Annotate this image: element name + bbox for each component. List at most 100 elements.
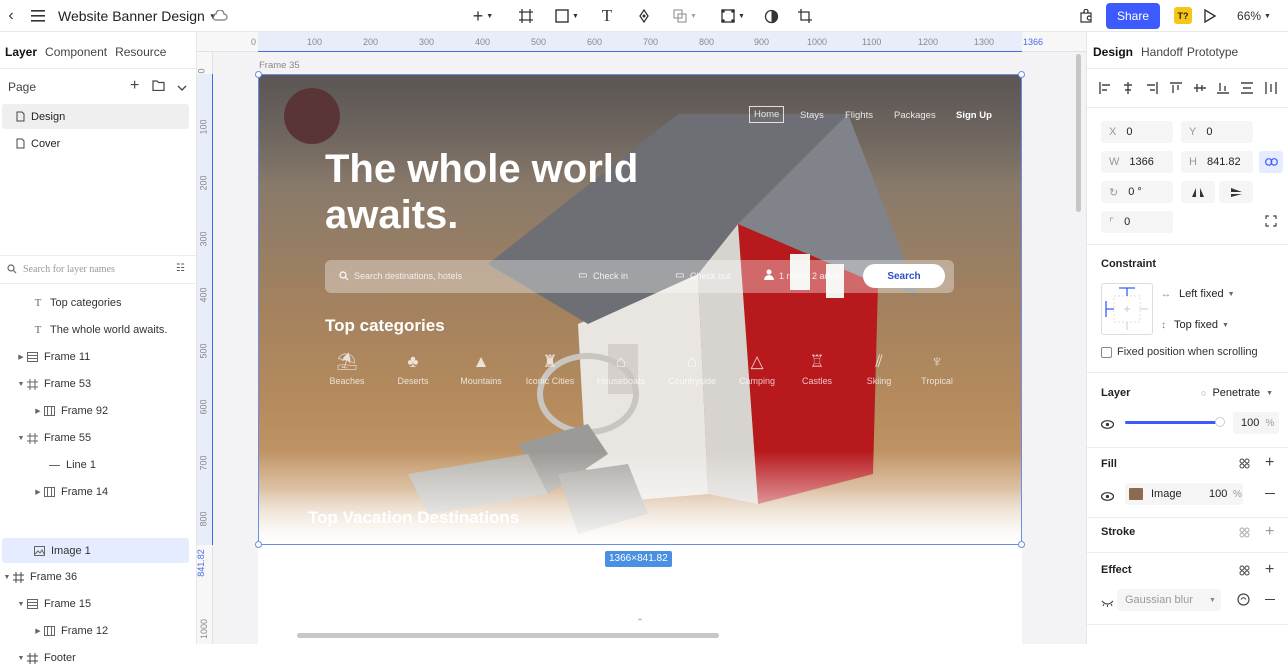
fixed-position-checkbox[interactable] (1101, 347, 1112, 358)
align-left-icon[interactable] (1099, 82, 1111, 94)
distribute-v-icon[interactable] (1241, 82, 1253, 94)
remove-effect-icon[interactable] (1265, 599, 1275, 601)
tab-prototype[interactable]: Prototype (1187, 45, 1238, 59)
layer-item[interactable]: T Top categories (0, 290, 196, 316)
layer-item[interactable]: ▼ Frame 55 (0, 425, 196, 451)
expand-icon[interactable]: ▶ (16, 353, 26, 361)
mask-tool-icon[interactable] (763, 7, 779, 25)
width-field[interactable]: W 1366 (1101, 151, 1173, 173)
link-icon[interactable] (1259, 151, 1283, 173)
add-stroke-icon[interactable]: + (1265, 524, 1274, 540)
constraint-h-dropdown[interactable]: ↔ Left fixed ▼ (1161, 283, 1247, 305)
layer-item[interactable]: ▼ Frame 53 (0, 371, 196, 397)
frame-label[interactable]: Frame 35 (259, 60, 300, 71)
collapse-pages-icon[interactable] (177, 81, 187, 95)
add-effect-icon[interactable]: + (1265, 562, 1274, 578)
opacity-slider[interactable] (1125, 417, 1225, 427)
layer-item[interactable]: T The whole world awaits. (0, 317, 196, 343)
check-in-input[interactable]: Check in (593, 271, 628, 281)
layer-item[interactable]: ▶ Frame 14 (0, 479, 196, 505)
nav-packages[interactable]: Packages (894, 110, 936, 121)
check-out-input[interactable]: Check out (690, 271, 731, 281)
layer-item[interactable]: ▶ Frame 92 (0, 398, 196, 424)
constraint-v-dropdown[interactable]: ↕ Top fixed ▼ (1161, 314, 1247, 336)
category-mountains[interactable]: ▲ Mountains (451, 352, 511, 386)
tab-design[interactable]: Design (1093, 45, 1133, 59)
nav-home[interactable]: Home (749, 106, 785, 123)
layer-item[interactable]: Line 1 (0, 452, 196, 478)
collapse-icon[interactable]: ▼ (2, 574, 12, 581)
layer-item-selected[interactable]: Image 1 (2, 538, 189, 563)
logo-circle[interactable] (284, 88, 340, 144)
share-button[interactable]: Share (1106, 3, 1160, 29)
document-title[interactable]: Website Banner Design ▼ (58, 7, 217, 25)
nav-flights[interactable]: Flights (845, 110, 873, 121)
opacity-field[interactable]: 100% (1233, 412, 1279, 434)
height-field[interactable]: H 841.82 (1181, 151, 1253, 173)
expand-icon[interactable]: ▶ (33, 407, 43, 415)
eye-icon[interactable] (1100, 418, 1115, 432)
category-deserts[interactable]: ♣ Deserts (383, 352, 443, 386)
selection-handle[interactable] (1018, 71, 1025, 78)
align-center-h-icon[interactable] (1122, 82, 1134, 94)
expand-icon[interactable]: ▶ (33, 627, 43, 635)
ai-badge[interactable]: T? (1174, 7, 1192, 24)
collapse-icon[interactable]: ▼ (16, 435, 26, 442)
crop-tool-icon[interactable] (797, 7, 813, 25)
hero-image[interactable]: Home Stays Flights Packages Sign Up The … (258, 74, 1022, 545)
category-beaches[interactable]: ⛱ Beaches (317, 352, 377, 386)
hero-search-button[interactable]: Search (863, 264, 945, 288)
rotation-field[interactable]: ↻ 0 ° (1101, 181, 1173, 203)
align-center-v-icon[interactable] (1194, 82, 1206, 94)
distribute-h-icon[interactable] (1265, 82, 1277, 94)
flip-vertical-button[interactable] (1219, 181, 1253, 203)
collapse-icon[interactable]: ▼ (16, 601, 26, 608)
category-iconic-cities[interactable]: ♜ Iconic Cities (520, 352, 580, 386)
category-camping[interactable]: △ Camping (727, 352, 787, 386)
styles-grid-icon[interactable] (1239, 565, 1250, 579)
blend-mode-dropdown[interactable]: ○ Penetrate ▼ (1201, 387, 1273, 399)
x-field[interactable]: X0 (1101, 121, 1173, 143)
rectangle-tool-icon[interactable]: ▼ (552, 7, 582, 25)
filter-icon[interactable]: ☷ (176, 263, 185, 274)
styles-grid-icon[interactable] (1239, 527, 1250, 541)
text-tool-icon[interactable]: T (598, 6, 616, 26)
add-page-icon[interactable]: + (130, 77, 139, 95)
nav-signup[interactable]: Sign Up (956, 110, 992, 121)
zoom-dropdown[interactable]: 66% ▼ (1234, 7, 1274, 25)
back-icon[interactable]: ‹ (4, 6, 18, 26)
guests-input[interactable]: 1 room, 2 adults (779, 271, 844, 281)
corner-radius-field[interactable]: ⌜ 0 (1101, 211, 1173, 233)
plugin-icon[interactable] (1078, 7, 1094, 25)
selection-handle[interactable] (255, 71, 262, 78)
search-input[interactable]: Search for layer names (23, 264, 115, 275)
collapse-handle-icon[interactable]: ⌃ (617, 616, 663, 628)
search-bar[interactable]: Search destinations, hotels ▭ Check in ▭… (325, 260, 954, 293)
expand-icon[interactable]: ▶ (33, 488, 43, 496)
category-skiing[interactable]: ⫽ Skiing (849, 352, 909, 386)
destination-input[interactable]: Search destinations, hotels (354, 271, 462, 281)
category-castles[interactable]: ♖ Castles (787, 352, 847, 386)
expand-corners-icon[interactable] (1265, 215, 1277, 230)
tab-resource[interactable]: Resource (115, 45, 166, 59)
slider-handle[interactable] (1215, 417, 1225, 427)
vertical-scrollbar[interactable] (1076, 54, 1081, 212)
add-icon[interactable]: + ▼ (468, 6, 498, 26)
layer-item[interactable]: ▶ Frame 12 (0, 618, 196, 644)
y-field[interactable]: Y0 (1181, 121, 1253, 143)
add-fill-icon[interactable]: + (1265, 455, 1274, 471)
nav-stays[interactable]: Stays (800, 110, 824, 121)
hidden-eye-icon[interactable] (1101, 596, 1114, 610)
canvas[interactable]: 0 100 200 300 400 500 600 700 800 900 10… (197, 32, 1086, 644)
selection-handle[interactable] (1018, 541, 1025, 548)
align-bottom-icon[interactable] (1217, 82, 1229, 94)
category-countryside[interactable]: ⌂ Countryside (662, 352, 722, 386)
flip-horizontal-button[interactable] (1181, 181, 1215, 203)
menu-icon[interactable] (30, 7, 46, 25)
folder-icon[interactable] (152, 80, 165, 94)
component-tool-icon[interactable]: ▼ (718, 7, 748, 25)
horizontal-scrollbar[interactable] (297, 633, 719, 638)
styles-grid-icon[interactable] (1239, 458, 1250, 472)
layer-item[interactable]: ▼ Footer (0, 645, 196, 671)
selection-handle[interactable] (255, 541, 262, 548)
